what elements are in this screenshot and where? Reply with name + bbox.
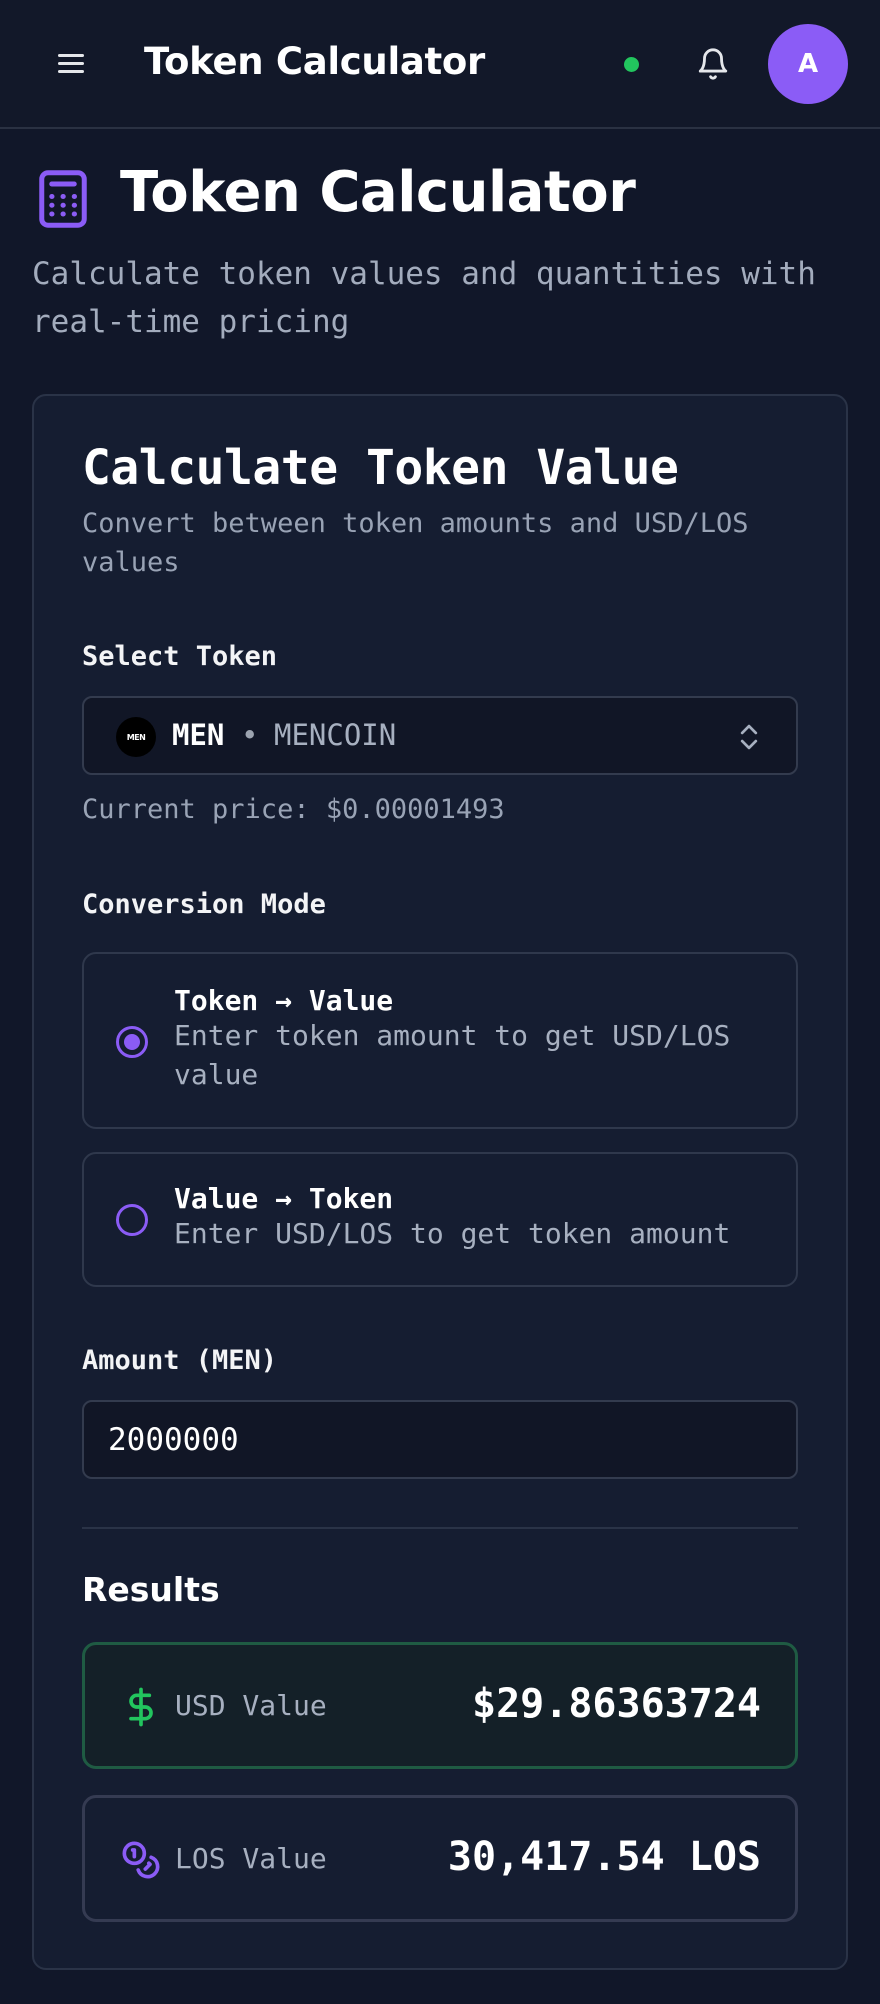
amount-label: Amount (MEN): [82, 1345, 278, 1376]
select-token-label: Select Token: [82, 641, 278, 672]
token-select[interactable]: MEN MEN • MENCOIN: [82, 696, 798, 775]
user-avatar[interactable]: A: [768, 24, 848, 104]
mode-title: Value → Token: [174, 1182, 394, 1215]
bell-icon[interactable]: [696, 47, 730, 81]
los-result: LOS Value 30,417.54 LOS: [82, 1795, 798, 1922]
mode-description: Enter USD/LOS to get token amount: [174, 1217, 731, 1250]
usd-label: USD Value: [175, 1689, 327, 1722]
mode-option-token-to-value[interactable]: Token → Value Enter token amount to get …: [82, 952, 798, 1129]
card-subtitle: Convert between token amounts and USD/LO…: [82, 508, 749, 578]
menu-icon[interactable]: [58, 52, 84, 74]
token-symbol: MEN: [172, 718, 225, 752]
token-logo: MEN: [116, 717, 156, 757]
los-value: 30,417.54 LOS: [447, 1834, 761, 1880]
current-price: Current price: $0.00001493: [82, 794, 505, 825]
mode-title: Token → Value: [174, 984, 394, 1017]
mode-description: Enter token amount to get USD/LOS value: [174, 1019, 731, 1091]
token-name: MENCOIN: [274, 718, 397, 752]
los-label: LOS Value: [175, 1842, 327, 1875]
top-bar: Token Calculator A: [0, 0, 880, 129]
usd-result: USD Value $29.86363724: [82, 1642, 798, 1769]
app-title: Token Calculator: [144, 40, 485, 83]
page-title: Token Calculator: [120, 160, 636, 225]
dollar-icon: [129, 1687, 153, 1727]
divider: [82, 1527, 798, 1529]
mode-option-value-to-token[interactable]: Value → Token Enter USD/LOS to get token…: [82, 1152, 798, 1287]
results-title: Results: [82, 1570, 220, 1609]
radio-token-to-value[interactable]: [116, 1026, 148, 1058]
coins-icon: [122, 1841, 160, 1879]
status-indicator: [624, 57, 639, 72]
usd-value: $29.86363724: [472, 1681, 761, 1727]
page-subtitle: Calculate token values and quantities wi…: [32, 256, 816, 340]
calculator-icon: [39, 170, 87, 228]
token-separator: •: [241, 718, 259, 752]
chevron-up-down-icon: [740, 724, 758, 750]
conversion-mode-label: Conversion Mode: [82, 889, 326, 920]
radio-value-to-token[interactable]: [116, 1204, 148, 1236]
amount-input[interactable]: [82, 1400, 798, 1479]
card-title: Calculate Token Value: [82, 440, 679, 496]
